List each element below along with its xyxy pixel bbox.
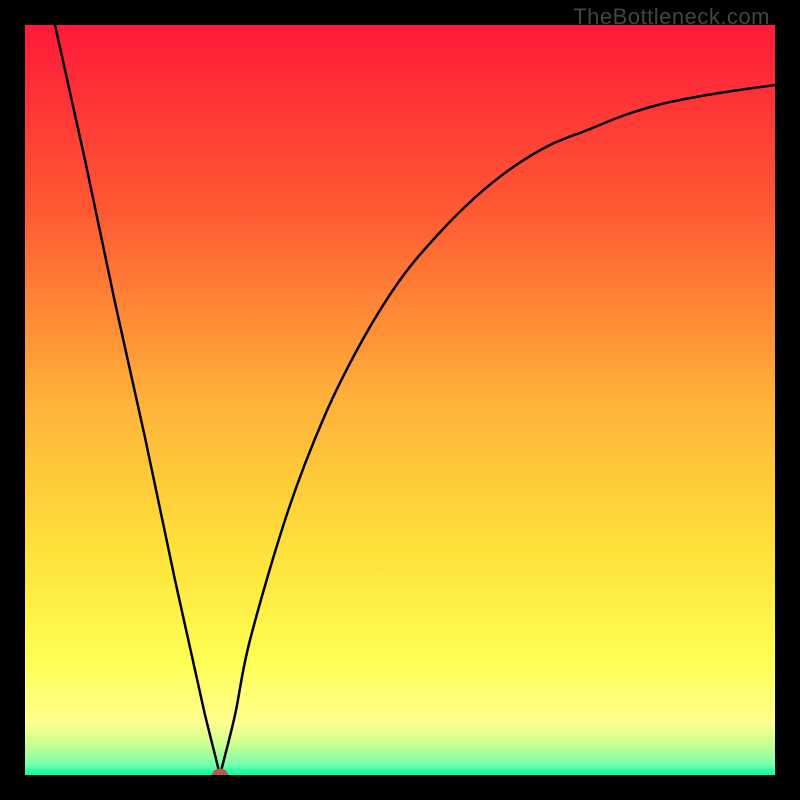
- background-gradient: [25, 25, 775, 775]
- bottleneck-marker: [212, 769, 228, 776]
- plot-area: [25, 25, 775, 775]
